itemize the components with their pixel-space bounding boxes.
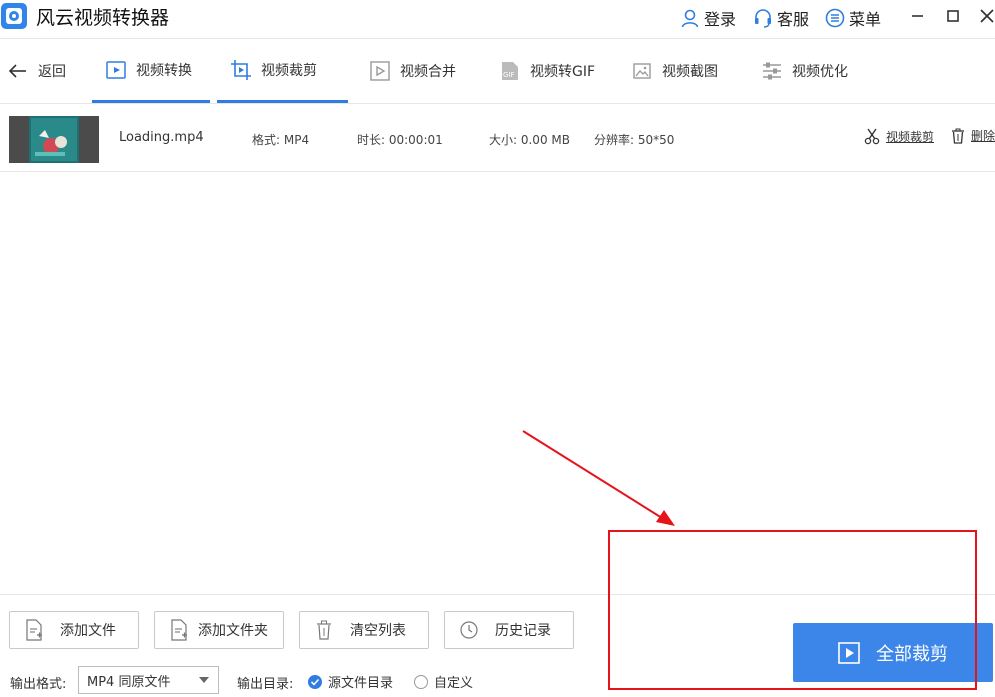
tab-label: 视频合并 [400, 64, 456, 80]
menu-label: 菜单 [849, 10, 882, 29]
tab-video-merge[interactable]: 视频合并 [356, 39, 468, 103]
headset-icon [755, 9, 771, 28]
support-button[interactable]: 客服 [753, 6, 809, 30]
svg-text:GIF: GIF [503, 71, 515, 79]
tab-video-crop[interactable]: 视频裁剪 [217, 39, 348, 103]
file-resolution: 分辨率: 50*50 [594, 133, 675, 147]
caret-down-icon [199, 677, 209, 683]
sliders-icon [763, 62, 781, 80]
tab-video-screenshot[interactable]: 视频截图 [618, 39, 730, 103]
tab-label: 视频转换 [136, 62, 192, 79]
clear-list-button[interactable]: 清空列表 [299, 611, 429, 649]
output-format-value: MP4 同原文件 [87, 674, 171, 690]
delete-link-label: 删除 [971, 129, 995, 143]
maximize-icon[interactable] [941, 4, 965, 28]
gif-icon: GIF [502, 62, 518, 80]
user-icon [681, 9, 699, 28]
video-crop-link[interactable]: 视频裁剪 [864, 127, 934, 145]
file-duration: 时长: 00:00:01 [357, 133, 443, 147]
file-list-row[interactable]: Loading.mp4 格式: MP4 时长: 00:00:01 大小: 0.0… [0, 104, 995, 172]
radio-checked-icon [308, 674, 322, 689]
radio-custom-dir-label: 自定义 [434, 676, 474, 691]
clear-list-label: 清空列表 [350, 623, 406, 639]
video-convert-icon [106, 60, 126, 79]
title-bar: 风云视频转换器 登录 客服 菜单 [0, 0, 995, 34]
add-file-icon [26, 619, 42, 641]
tab-video-optimize[interactable]: 视频优化 [748, 39, 860, 103]
video-thumbnail [9, 116, 99, 163]
annotation-highlight-box [608, 530, 977, 690]
feature-tab-bar: 返回 视频转换 视频裁剪 视频合并 GIF 视频转GIF 视频截图 视频优化 [0, 38, 995, 104]
output-format-label: 输出格式: [10, 677, 67, 692]
tab-label: 视频截图 [662, 64, 718, 80]
video-crop-icon [231, 59, 251, 80]
back-label: 返回 [38, 64, 66, 80]
minimize-icon[interactable] [905, 4, 929, 28]
scissors-icon [864, 128, 880, 145]
close-icon[interactable] [975, 4, 995, 28]
radio-unchecked-icon [414, 674, 428, 689]
trash-icon [317, 620, 331, 640]
radio-custom-dir[interactable]: 自定义 [414, 672, 473, 691]
file-format: 格式: MP4 [252, 133, 310, 147]
tab-label: 视频裁剪 [261, 62, 317, 79]
screenshot-icon [633, 63, 651, 79]
clock-icon [460, 621, 478, 639]
output-dir-label: 输出目录: [237, 677, 294, 692]
menu-button[interactable]: 菜单 [825, 6, 881, 30]
add-folder-label: 添加文件夹 [198, 623, 268, 639]
history-button[interactable]: 历史记录 [444, 611, 574, 649]
add-file-label: 添加文件 [60, 623, 116, 639]
delete-link[interactable]: 删除 [951, 127, 995, 144]
radio-source-dir-label: 源文件目录 [328, 676, 394, 691]
radio-source-dir[interactable]: 源文件目录 [308, 672, 393, 691]
file-name: Loading.mp4 [119, 130, 204, 145]
app-logo-icon [1, 3, 27, 29]
arrow-left-icon [8, 64, 26, 78]
login-button[interactable]: 登录 [680, 6, 736, 30]
menu-icon [825, 8, 845, 28]
tab-label: 视频转GIF [530, 64, 596, 80]
app-title: 风云视频转换器 [36, 7, 170, 29]
history-label: 历史记录 [495, 623, 551, 639]
trash-icon [952, 128, 964, 144]
back-button[interactable]: 返回 [0, 39, 78, 103]
login-label: 登录 [704, 10, 737, 29]
video-crop-link-label: 视频裁剪 [886, 129, 935, 144]
add-folder-button[interactable]: 添加文件夹 [154, 611, 284, 649]
file-size: 大小: 0.00 MB [489, 133, 570, 147]
tab-label: 视频优化 [792, 64, 848, 80]
add-folder-icon [171, 619, 187, 641]
output-format-select[interactable]: MP4 同原文件 [78, 666, 219, 694]
video-merge-icon [370, 61, 390, 81]
tab-video-to-gif[interactable]: GIF 视频转GIF [486, 39, 607, 103]
tab-video-convert[interactable]: 视频转换 [92, 39, 210, 103]
support-label: 客服 [777, 10, 810, 29]
add-file-button[interactable]: 添加文件 [9, 611, 139, 649]
